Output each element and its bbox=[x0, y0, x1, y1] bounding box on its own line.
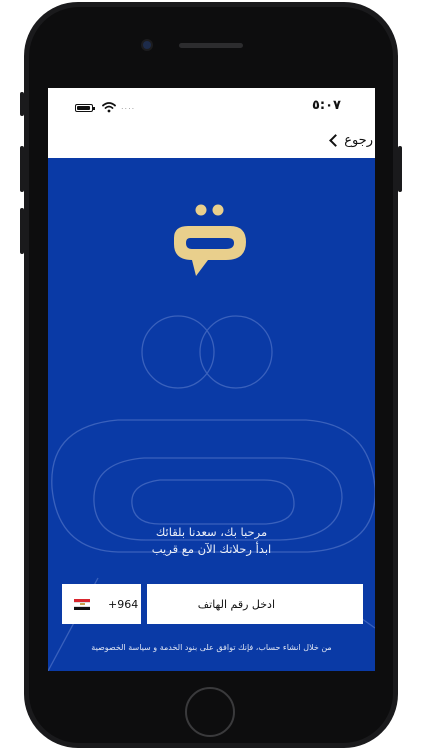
front-camera bbox=[143, 41, 151, 49]
terms-text[interactable]: من خلال انشاء حساب، فإنك توافق على بنود … bbox=[48, 643, 375, 652]
welcome-panel: مرحبا بك، سعدنا بلقائك ابدأ رحلاتك الآن … bbox=[48, 158, 375, 671]
welcome-line-2: ابدأ رحلاتك الآن مع قريب bbox=[151, 542, 272, 556]
signal-indicator: .... bbox=[121, 102, 136, 111]
volume-up-button bbox=[20, 146, 24, 192]
silent-switch bbox=[20, 92, 24, 116]
phone-number-input[interactable] bbox=[147, 584, 363, 624]
phone-input-row: +964 bbox=[62, 584, 363, 624]
iraq-flag-icon bbox=[74, 598, 90, 610]
power-button bbox=[398, 146, 402, 192]
welcome-text: مرحبا بك، سعدنا بلقائك ابدأ رحلاتك الآن … bbox=[48, 524, 375, 558]
back-label: رجوع bbox=[344, 133, 373, 148]
wifi-icon bbox=[102, 102, 116, 113]
phone-number-box bbox=[147, 584, 363, 624]
app-screen: .... ٥:٠٧ رجوع مرحبا بك، سعدنا بلقائك اب… bbox=[48, 88, 375, 671]
status-bar: .... ٥:٠٧ bbox=[48, 88, 375, 128]
chat-bubble-logo bbox=[174, 204, 246, 276]
back-button[interactable]: رجوع bbox=[327, 133, 373, 148]
battery-icon bbox=[75, 104, 95, 112]
status-time: ٥:٠٧ bbox=[311, 98, 341, 113]
country-code: +964 bbox=[108, 597, 139, 611]
nav-bar: رجوع bbox=[48, 128, 375, 158]
country-code-selector[interactable]: +964 bbox=[62, 584, 141, 624]
chevron-left-icon bbox=[329, 134, 343, 147]
earpiece-speaker bbox=[179, 43, 243, 48]
home-button[interactable] bbox=[185, 687, 235, 737]
welcome-line-1: مرحبا بك، سعدنا بلقائك bbox=[155, 525, 268, 539]
volume-down-button bbox=[20, 208, 24, 254]
